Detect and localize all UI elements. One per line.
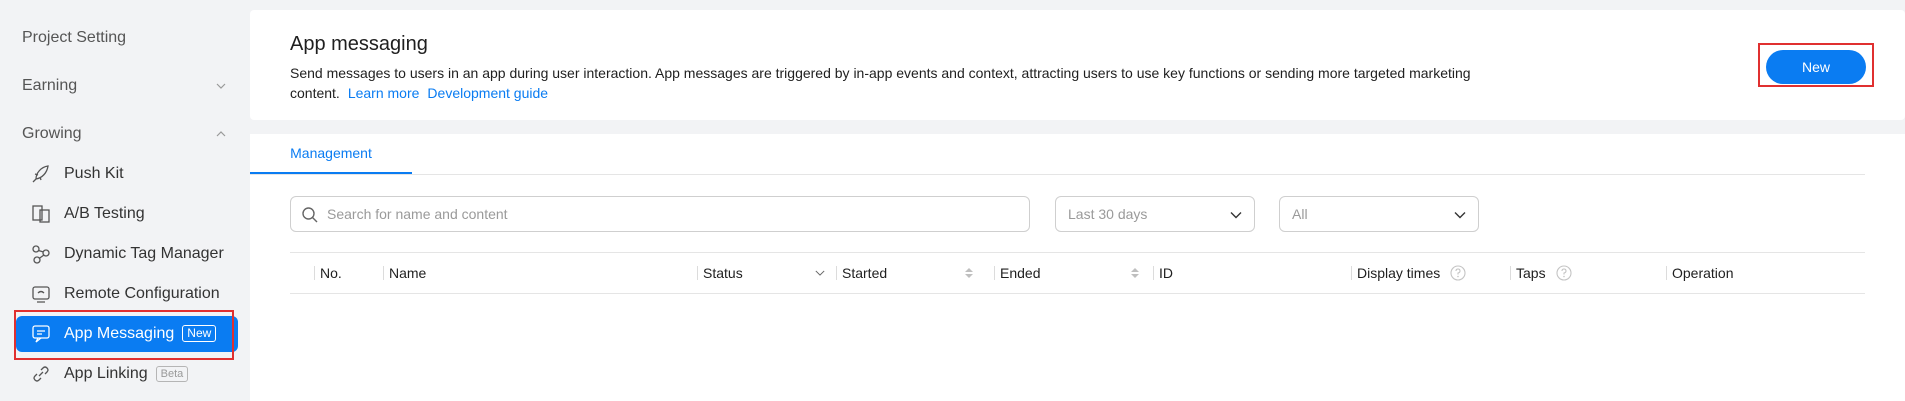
column-label: Ended bbox=[1000, 265, 1041, 281]
beta-badge: Beta bbox=[155, 365, 189, 382]
sidebar-item-earning[interactable]: Earning bbox=[0, 66, 250, 106]
column-header-operation: Operation bbox=[1665, 253, 1734, 293]
column-label: Operation bbox=[1672, 265, 1734, 281]
sidebar-item-label: A/B Testing bbox=[64, 205, 145, 222]
chevron-down-icon bbox=[216, 83, 226, 89]
column-header-display-times: Display times bbox=[1350, 253, 1466, 293]
highlight-box bbox=[1758, 43, 1874, 87]
remote-config-icon bbox=[32, 286, 50, 303]
table-header: No. Name Status Started Ended ID Display… bbox=[290, 252, 1865, 294]
column-label: Name bbox=[389, 265, 427, 281]
sidebar-item-label: Project Setting bbox=[22, 29, 127, 46]
highlight-box bbox=[14, 310, 234, 360]
chevron-down-icon[interactable] bbox=[815, 267, 825, 279]
chevron-down-icon bbox=[1230, 212, 1242, 219]
link-icon bbox=[33, 366, 49, 382]
sidebar-item-project-setting[interactable]: Project Setting bbox=[0, 18, 250, 58]
search-input[interactable] bbox=[327, 197, 1017, 231]
search-box[interactable] bbox=[290, 196, 1030, 232]
column-header-id: ID bbox=[1153, 253, 1173, 293]
main-card: Management Last 30 days All No. Name Sta… bbox=[250, 134, 1905, 401]
chevron-up-icon bbox=[216, 131, 226, 137]
sidebar: Project Setting Earning Growing Push Kit… bbox=[0, 0, 250, 401]
column-label: Started bbox=[842, 265, 888, 281]
help-icon[interactable] bbox=[1556, 265, 1572, 281]
date-range-value: Last 30 days bbox=[1068, 206, 1148, 222]
column-label: Display times bbox=[1357, 265, 1441, 281]
page-title: App messaging bbox=[290, 33, 428, 55]
chevron-down-icon bbox=[1454, 212, 1466, 219]
sidebar-item-label: Push Kit bbox=[64, 165, 124, 182]
sidebar-item-text: App Linking bbox=[64, 365, 148, 382]
sort-icon[interactable] bbox=[964, 267, 974, 279]
sort-icon[interactable] bbox=[1130, 267, 1140, 279]
page-description: Send messages to users in an app during … bbox=[290, 63, 1490, 103]
column-header-no: No. bbox=[314, 253, 342, 293]
column-header-status[interactable]: Status bbox=[697, 253, 833, 293]
sidebar-item-ab-testing[interactable]: A/B Testing bbox=[16, 196, 238, 232]
sidebar-item-label: Dynamic Tag Manager bbox=[64, 245, 224, 262]
nodes-icon bbox=[32, 245, 50, 264]
column-header-ended[interactable]: Ended bbox=[994, 253, 1140, 293]
development-guide-link[interactable]: Development guide bbox=[427, 85, 548, 101]
sidebar-item-label: Growing bbox=[22, 125, 82, 142]
column-label: Status bbox=[703, 265, 743, 281]
sidebar-item-label: Earning bbox=[22, 77, 78, 94]
column-label: Taps bbox=[1516, 265, 1546, 281]
status-select[interactable]: All bbox=[1279, 196, 1479, 232]
sidebar-item-label: Remote Configuration bbox=[64, 285, 220, 302]
date-range-select[interactable]: Last 30 days bbox=[1055, 196, 1255, 232]
column-header-started[interactable]: Started bbox=[836, 253, 982, 293]
column-label: ID bbox=[1159, 265, 1173, 281]
header-card: App messaging Send messages to users in … bbox=[250, 10, 1905, 120]
column-label: No. bbox=[320, 265, 342, 281]
tab-management[interactable]: Management bbox=[250, 134, 412, 174]
column-header-taps: Taps bbox=[1510, 253, 1572, 293]
column-header-name: Name bbox=[382, 253, 427, 293]
sidebar-item-remote-configuration[interactable]: Remote Configuration bbox=[16, 276, 238, 312]
sidebar-item-push-kit[interactable]: Push Kit bbox=[16, 156, 238, 192]
sidebar-item-growing[interactable]: Growing bbox=[0, 114, 250, 154]
sidebar-item-app-linking[interactable]: App Linking Beta bbox=[16, 356, 238, 392]
help-icon[interactable] bbox=[1450, 265, 1466, 281]
tab-divider bbox=[250, 174, 1865, 175]
sidebar-item-label: App Linking Beta bbox=[64, 365, 189, 383]
ab-test-icon bbox=[32, 205, 50, 223]
sidebar-item-dynamic-tag-manager[interactable]: Dynamic Tag Manager bbox=[16, 236, 238, 272]
search-icon bbox=[302, 207, 318, 223]
status-select-value: All bbox=[1292, 206, 1308, 222]
rocket-icon bbox=[32, 165, 49, 183]
learn-more-link[interactable]: Learn more bbox=[348, 85, 420, 101]
